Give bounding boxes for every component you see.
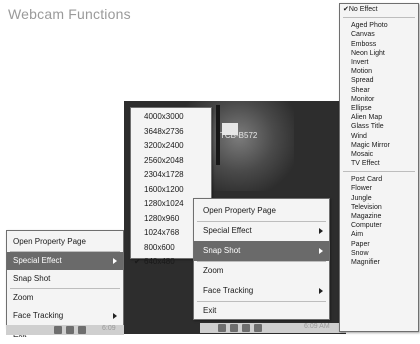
menu-item-effect-ellipse[interactable]: Ellipse bbox=[340, 104, 418, 113]
menu-item-special-effect[interactable]: Special Effect bbox=[194, 222, 329, 242]
menu-item-effect-shear[interactable]: Shear bbox=[340, 86, 418, 95]
menu-item-open-property-page[interactable]: Open Property Page bbox=[194, 201, 329, 221]
menu-item-effect-invert[interactable]: Invert bbox=[340, 58, 418, 67]
menu-item-effect-aged-photo[interactable]: Aged Photo bbox=[340, 21, 418, 30]
menu-item-effect-tv-effect[interactable]: TV Effect bbox=[340, 159, 418, 168]
menu-item-snap-shot[interactable]: Snap Shot bbox=[7, 270, 123, 288]
menu-item-snap-shot[interactable]: Snap Shot bbox=[194, 241, 329, 261]
menu-item-effect-wind[interactable]: Wind bbox=[340, 131, 418, 140]
tray-icon[interactable] bbox=[218, 324, 226, 332]
tray-icon[interactable] bbox=[230, 324, 238, 332]
check-icon: ✔ bbox=[134, 257, 141, 267]
menu-item-resolution[interactable]: 3648x2736 bbox=[131, 125, 211, 140]
menu-item-effect-magazine[interactable]: Magazine bbox=[340, 212, 418, 221]
menu-item-zoom[interactable]: Zoom bbox=[194, 262, 329, 282]
menu-item-effect-monitor[interactable]: Monitor bbox=[340, 95, 418, 104]
submenu-arrow-icon bbox=[319, 228, 323, 235]
tray-icon[interactable] bbox=[78, 326, 86, 334]
tray-icon[interactable] bbox=[254, 324, 262, 332]
taskbar: 6:09 AM bbox=[200, 323, 346, 333]
menu-item-resolution[interactable]: 2560x2048 bbox=[131, 154, 211, 169]
menu-separator bbox=[343, 17, 415, 19]
tray-icon[interactable] bbox=[242, 324, 250, 332]
tray-icon[interactable] bbox=[54, 326, 62, 334]
menu-item-face-tracking[interactable]: Face Tracking bbox=[7, 307, 123, 325]
menu-item-face-tracking[interactable]: Face Tracking bbox=[194, 281, 329, 301]
menu-item-open-property-page[interactable]: Open Property Page bbox=[7, 233, 123, 251]
menu-item-effect-alien-map[interactable]: Alien Map bbox=[340, 113, 418, 122]
menu-item-effect-magic-mirror[interactable]: Magic Mirror bbox=[340, 141, 418, 150]
menu-item-effect-glass-title[interactable]: Glass Title bbox=[340, 122, 418, 131]
context-menu-main: Open Property Page Special Effect Snap S… bbox=[6, 230, 124, 339]
submenu-arrow-icon bbox=[113, 313, 117, 319]
menu-item-resolution[interactable]: 2304x1728 bbox=[131, 168, 211, 183]
menu-item-effect-magnifier[interactable]: Magnifier bbox=[340, 258, 418, 267]
clock: 6:09 bbox=[102, 325, 116, 332]
menu-item-resolution[interactable]: 3200x2400 bbox=[131, 139, 211, 154]
effect-group: Aged Photo Canvas Emboss Neon Light Invert Mo… bbox=[340, 21, 418, 168]
menu-item-exit[interactable]: Exit bbox=[194, 302, 329, 322]
menu-item-effect-emboss[interactable]: Emboss bbox=[340, 40, 418, 49]
context-menu-main: Open Property Page Special Effect Snap S… bbox=[193, 198, 330, 320]
menu-item-effect-spread[interactable]: Spread bbox=[340, 76, 418, 85]
submenu-arrow-icon bbox=[113, 258, 117, 264]
submenu-arrow-icon bbox=[319, 247, 323, 254]
menu-item-effect-motion[interactable]: Motion bbox=[340, 67, 418, 76]
menu-item-effect-television[interactable]: Television bbox=[340, 203, 418, 212]
effect-group: Post Card Flower Jungle Television Magazine C… bbox=[340, 175, 418, 267]
menu-item-effect-neon-light[interactable]: Neon Light bbox=[340, 49, 418, 58]
menu-item-effect-post-card[interactable]: Post Card bbox=[340, 175, 418, 184]
tray-icon[interactable] bbox=[66, 326, 74, 334]
menu-item-special-effect[interactable]: Special Effect bbox=[7, 252, 123, 270]
menu-item-effect-computer[interactable]: Computer bbox=[340, 221, 418, 230]
menu-item-resolution[interactable]: 4000x3000 bbox=[131, 110, 211, 125]
menu-item-effect-mosaic[interactable]: Mosaic bbox=[340, 150, 418, 159]
clock: 6:09 AM bbox=[304, 323, 330, 330]
page-title: Webcam Functions bbox=[8, 6, 131, 22]
menu-item-effect-snow[interactable]: Snow bbox=[340, 249, 418, 258]
menu-item-effect-jungle[interactable]: Jungle bbox=[340, 194, 418, 203]
menu-item-resolution[interactable]: 1600x1200 bbox=[131, 183, 211, 198]
menu-item-effect-paper[interactable]: Paper bbox=[340, 240, 418, 249]
special-effect-submenu: ✔ No Effect Aged Photo Canvas Emboss Neon L… bbox=[339, 3, 419, 332]
menu-separator bbox=[343, 171, 415, 173]
menu-item-effect-aim[interactable]: Aim bbox=[340, 230, 418, 239]
submenu-arrow-icon bbox=[319, 287, 323, 294]
menu-item-zoom[interactable]: Zoom bbox=[7, 289, 123, 307]
menu-item-effect-flower[interactable]: Flower bbox=[340, 184, 418, 193]
menu-item-no-effect[interactable]: ✔ No Effect bbox=[340, 5, 418, 14]
menu-item-effect-canvas[interactable]: Canvas bbox=[340, 30, 418, 39]
camera-model-label: TCB-B572 bbox=[220, 131, 258, 140]
